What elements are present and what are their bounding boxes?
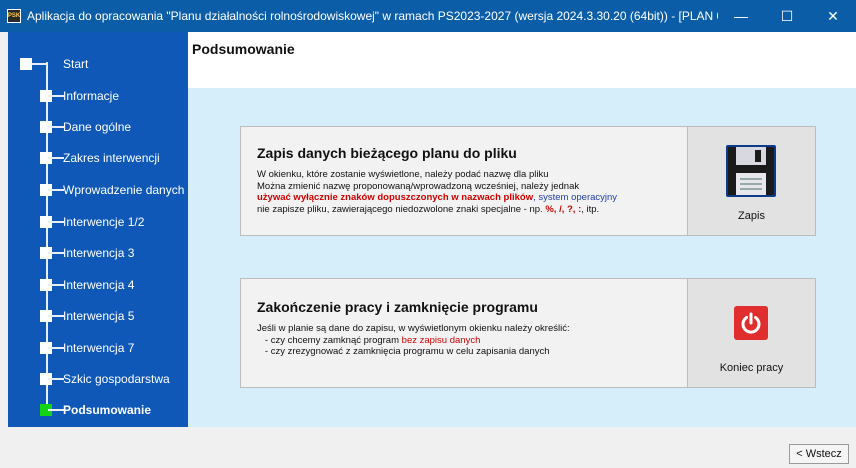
sidebar-item-label: Interwencja 7 — [63, 341, 135, 355]
exit-button-label: Koniec pracy — [719, 362, 784, 374]
save-info-line-3-rest: , system operacyjny — [533, 192, 618, 203]
exit-info-line-1: Jeśli w planie są dane do zapisu, w wyśw… — [257, 323, 570, 334]
main-content: Zapis danych bieżącego planu do pliku W … — [188, 88, 856, 427]
save-info-line-1: W okienku, które zostanie wyświetlone, n… — [257, 169, 549, 180]
minimize-button[interactable]: — — [718, 0, 764, 32]
sidebar-item-wprowadzenie-danych[interactable]: Wprowadzenie danych — [8, 178, 188, 202]
exit-card-title: Zakończenie pracy i zamknięcie programu — [257, 299, 538, 315]
no-save-warning: bez zapisu danych — [401, 334, 481, 346]
app-icon: PSK — [7, 9, 21, 23]
save-button[interactable]: Zapis — [687, 127, 815, 235]
save-button-label: Zapis — [738, 210, 765, 222]
sidebar-item-label: Informacje — [63, 89, 120, 103]
back-button[interactable]: < Wstecz — [789, 444, 849, 464]
save-info-line-3: używać wyłącznie znaków dopuszczonych w … — [257, 192, 687, 204]
page-title: Podsumowanie — [192, 41, 295, 57]
sidebar-item-label: Interwencja 4 — [63, 278, 135, 292]
sidebar-item-label: Wprowadzenie danych — [63, 183, 185, 197]
save-card-title: Zapis danych bieżącego planu do pliku — [257, 145, 517, 161]
sidebar-item-label: Interwencja 5 — [63, 309, 135, 323]
exit-button[interactable]: Koniec pracy — [687, 279, 815, 387]
exit-info-line-2-start: - czy chcemy zamknąć program — [257, 334, 402, 346]
sidebar-item-interwencja-5[interactable]: Interwencja 5 — [8, 304, 188, 328]
sidebar-item-interwencja-4[interactable]: Interwencja 4 — [8, 273, 188, 297]
exit-info-line-2: - czy chcemy zamknąć program bez zapisu … — [257, 335, 687, 347]
allowed-chars-warning: używać wyłącznie znaków dopuszczonych w … — [257, 192, 534, 203]
save-info-line-4: nie zapisze pliku, zawierającego niedozw… — [257, 204, 687, 216]
exit-card-text: Zakończenie pracy i zamknięcie programu … — [257, 299, 687, 358]
save-info-line-4-start: nie zapisze pliku, zawierającego niedozw… — [257, 203, 546, 215]
title-bar: PSK Aplikacja do opracowania "Planu dzia… — [0, 0, 856, 32]
sidebar-item-label: Start — [63, 57, 89, 71]
sidebar-item-label: Podsumowanie — [63, 403, 152, 417]
sidebar-item-dane-ogolne[interactable]: Dane ogólne — [8, 115, 188, 139]
sidebar-item-informacje[interactable]: Informacje — [8, 84, 188, 108]
save-info-line-4-end: , itp. — [581, 203, 600, 215]
sidebar-item-label: Interwencja 3 — [63, 246, 135, 260]
sidebar-item-label: Interwencje 1/2 — [63, 215, 145, 229]
power-icon — [734, 306, 768, 340]
forbidden-chars: %, /, ?, : — [545, 203, 582, 215]
sidebar-item-podsumowanie[interactable]: Podsumowanie — [8, 398, 188, 422]
sidebar-item-zakres-interwencji[interactable]: Zakres interwencji — [8, 146, 188, 170]
sidebar-item-label: Szkic gospodarstwa — [63, 372, 170, 386]
sidebar-item-label: Zakres interwencji — [63, 151, 160, 165]
window-title: Aplikacja do opracowania "Planu działaln… — [27, 9, 718, 23]
sidebar-item-interwencje-1-2[interactable]: Interwencje 1/2 — [8, 210, 188, 234]
save-card-text: Zapis danych bieżącego planu do pliku W … — [257, 145, 687, 215]
page-header: Podsumowanie — [188, 32, 856, 88]
save-info-line-2: Można zmienić nazwę proponowaną/wprowadz… — [257, 180, 580, 192]
floppy-disk-icon — [726, 145, 776, 197]
sidebar-item-label: Dane ogólne — [63, 120, 132, 134]
sidebar-item-interwencja-7[interactable]: Interwencja 7 — [8, 336, 188, 360]
node-icon — [20, 58, 32, 70]
sidebar-item-szkic-gospodarstwa[interactable]: Szkic gospodarstwa — [8, 367, 188, 391]
save-card: Zapis danych bieżącego planu do pliku W … — [240, 126, 816, 236]
sidebar-nav: Start Informacje Dane ogólne Zakres inte… — [8, 32, 188, 427]
sidebar-item-start[interactable]: Start — [8, 52, 188, 76]
sidebar-item-interwencja-3[interactable]: Interwencja 3 — [8, 241, 188, 265]
close-button[interactable]: ✕ — [810, 0, 856, 32]
exit-card: Zakończenie pracy i zamknięcie programu … — [240, 278, 816, 388]
exit-info-line-3: - czy zrezygnować z zamknięcia programu … — [257, 346, 550, 357]
maximize-button[interactable]: ☐ — [764, 0, 810, 32]
